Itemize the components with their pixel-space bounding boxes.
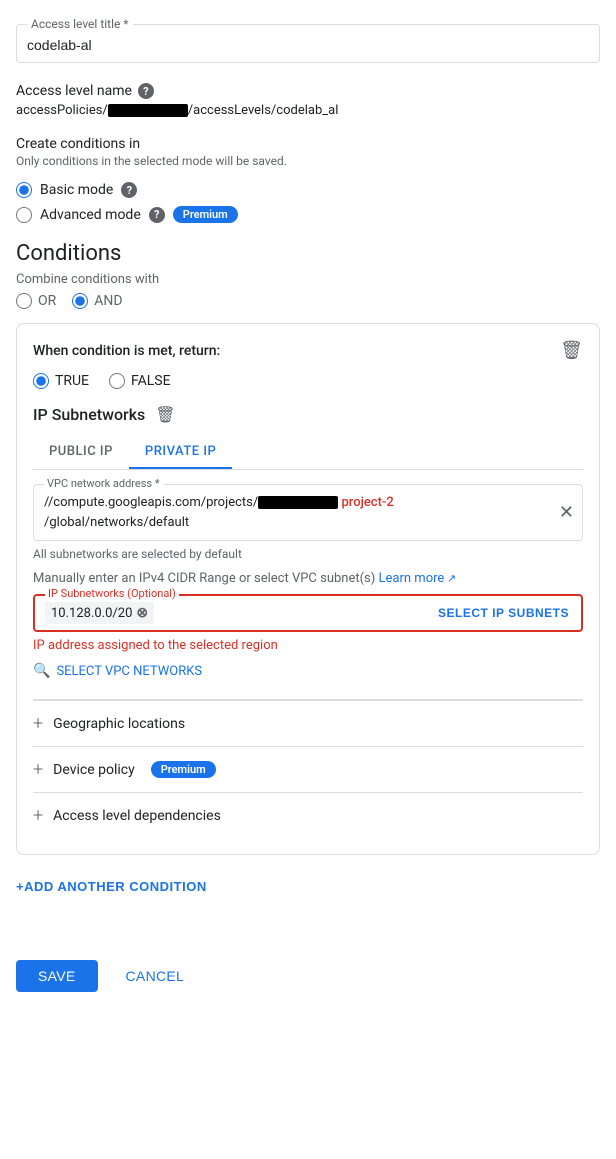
- create-conditions-label: Create conditions in: [16, 136, 600, 152]
- return-false-label: FALSE: [131, 373, 171, 389]
- combine-or-radio[interactable]: [16, 293, 32, 309]
- redacted-block: [108, 104, 188, 117]
- save-button[interactable]: SAVE: [16, 960, 98, 992]
- advanced-mode-radio[interactable]: [16, 207, 32, 223]
- bottom-action-bar: SAVE CANCEL: [16, 944, 600, 1008]
- return-true-label: TRUE: [55, 373, 89, 389]
- vpc-hint: All subnetworks are selected by default: [33, 547, 583, 561]
- access-level-name-value: accessPolicies/ /accessLevels/codelab_al: [16, 103, 600, 118]
- cancel-button[interactable]: CANCEL: [110, 960, 201, 992]
- vpc-redacted: [258, 496, 338, 509]
- learn-more-link[interactable]: Learn more: [379, 571, 457, 586]
- advanced-mode-premium-badge: Premium: [173, 206, 238, 223]
- access-level-dependencies-section[interactable]: + Access level dependencies: [33, 792, 583, 838]
- select-vpc-networks-label: SELECT VPC NETWORKS: [56, 664, 202, 679]
- device-policy-label: Device policy: [53, 762, 135, 778]
- basic-mode-label: Basic mode: [40, 182, 113, 198]
- condition-card: When condition is met, return: 🗑 TRUE FA…: [16, 323, 600, 855]
- ip-chip-remove-icon[interactable]: ⊗: [136, 605, 148, 621]
- return-true-radio[interactable]: [33, 373, 49, 389]
- manual-entry-hint: Manually enter an IPv4 CIDR Range or sel…: [33, 571, 583, 586]
- device-policy-expand-icon: +: [33, 759, 43, 780]
- vpc-project-label: project-2: [341, 495, 393, 510]
- ip-subnets-field-label: IP Subnetworks (Optional): [45, 587, 179, 600]
- select-vpc-networks-link[interactable]: 🔍 SELECT VPC NETWORKS: [33, 663, 583, 679]
- geographic-locations-section[interactable]: + Geographic locations: [33, 700, 583, 746]
- access-level-name-help-icon[interactable]: ?: [138, 83, 154, 99]
- select-ip-subnets-button[interactable]: SELECT IP SUBNETS: [426, 598, 581, 628]
- conditions-title: Conditions: [16, 241, 600, 266]
- add-another-condition-button[interactable]: +ADD ANOTHER CONDITION: [16, 869, 207, 904]
- vpc-network-address-field: VPC network address * //compute.googleap…: [33, 484, 583, 541]
- access-level-name-label: Access level name: [16, 83, 132, 99]
- geographic-locations-expand-icon: +: [33, 713, 43, 734]
- access-level-title-label: Access level title *: [27, 17, 133, 31]
- ip-chip-value: 10.128.0.0/20: [51, 606, 132, 621]
- ip-subnetworks-tabs: PUBLIC IP PRIVATE IP: [33, 436, 583, 470]
- advanced-mode-help-icon[interactable]: ?: [149, 207, 165, 223]
- ip-chip: 10.128.0.0/20 ⊗: [45, 602, 154, 624]
- search-icon: 🔍: [33, 663, 50, 679]
- device-policy-premium-badge: Premium: [151, 761, 216, 778]
- access-level-dependencies-label: Access level dependencies: [53, 808, 221, 824]
- advanced-mode-label: Advanced mode: [40, 207, 141, 223]
- combine-or-label: OR: [38, 293, 56, 309]
- delete-condition-icon[interactable]: 🗑: [560, 340, 583, 361]
- combine-and-radio[interactable]: [72, 293, 88, 309]
- basic-mode-help-icon[interactable]: ?: [121, 182, 137, 198]
- basic-mode-radio[interactable]: [16, 182, 32, 198]
- access-level-title-input[interactable]: [27, 37, 589, 53]
- return-false-radio[interactable]: [109, 373, 125, 389]
- geographic-locations-label: Geographic locations: [53, 716, 185, 732]
- combine-and-label: AND: [94, 293, 122, 309]
- ip-subnetworks-title: IP Subnetworks: [33, 405, 145, 424]
- create-conditions-hint: Only conditions in the selected mode wil…: [16, 154, 600, 168]
- ip-subnets-input-row: IP Subnetworks (Optional) 10.128.0.0/20 …: [33, 594, 583, 632]
- combine-conditions-label: Combine conditions with: [16, 272, 600, 287]
- vpc-network-address-label: VPC network address *: [44, 477, 163, 490]
- delete-ip-subnetworks-icon[interactable]: 🗑: [155, 405, 175, 424]
- ip-error-message: IP address assigned to the selected regi…: [33, 638, 583, 653]
- device-policy-section[interactable]: + Device policy Premium: [33, 746, 583, 792]
- tab-private-ip[interactable]: PRIVATE IP: [129, 436, 232, 469]
- tab-public-ip[interactable]: PUBLIC IP: [33, 436, 129, 469]
- return-label: When condition is met, return:: [33, 343, 220, 359]
- access-level-dependencies-expand-icon: +: [33, 805, 43, 826]
- vpc-address-close-icon[interactable]: ✕: [559, 504, 574, 522]
- vpc-network-address-value: //compute.googleapis.com/projects/ proje…: [44, 493, 546, 532]
